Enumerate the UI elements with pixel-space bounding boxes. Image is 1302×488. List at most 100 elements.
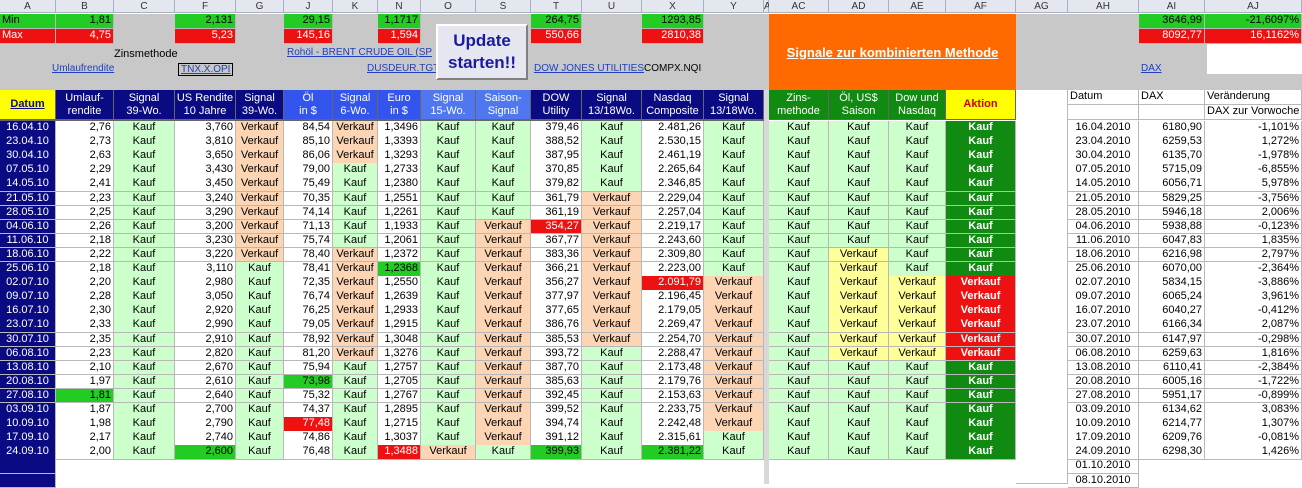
oil-link[interactable]: Rohöl - BRENT CRUDE OIL (SP: [287, 47, 432, 58]
cell-n: 1,2733: [378, 163, 421, 178]
cell-g: Kauf: [236, 403, 284, 418]
cell-ac: Kauf: [769, 121, 829, 136]
cell-n: 1,2915: [378, 318, 421, 333]
cell-u: Verkauf: [582, 206, 642, 221]
header-s: Saison- Signal: [476, 90, 531, 120]
column-letter-b[interactable]: B: [56, 0, 114, 13]
cell-ac: Kauf: [769, 248, 829, 263]
column-letter-c[interactable]: C: [114, 0, 175, 13]
cell-y: Verkauf: [704, 304, 764, 319]
column-letter-ai[interactable]: AI: [1139, 0, 1205, 13]
dax-link[interactable]: DAX: [1141, 63, 1162, 74]
cell-u: Verkauf: [582, 234, 642, 249]
cell-g: Verkauf: [236, 192, 284, 207]
column-letter-j[interactable]: J: [284, 0, 333, 13]
cell-ai: 5715,09: [1139, 163, 1205, 178]
cell-a: 23.04.10: [0, 135, 56, 150]
cell-aj: -1,978%: [1205, 149, 1302, 164]
column-letter-ae[interactable]: AE: [889, 0, 946, 13]
cell-aj: -1,101%: [1205, 121, 1302, 136]
cell-u: Verkauf: [582, 262, 642, 277]
cell-b: 2,25: [56, 206, 114, 221]
cell-ah: 16.04.2010: [1068, 121, 1139, 136]
cell-aj: 1,816%: [1205, 347, 1302, 362]
cell-j: 85,10: [284, 135, 333, 150]
cell-o: Kauf: [421, 121, 476, 136]
max-value-b: 4,75: [56, 29, 114, 44]
tnx-link[interactable]: TNX.X.OPI: [178, 63, 233, 76]
cell-aj: 1,272%: [1205, 135, 1302, 150]
cell-af: Verkauf: [946, 304, 1016, 319]
cell-f: 2,670: [175, 361, 236, 376]
cell-ah: 13.08.2010: [1068, 361, 1139, 376]
cell-g: Verkauf: [236, 206, 284, 221]
cell-c: Kauf: [114, 290, 175, 305]
cell-ai: 5951,17: [1139, 389, 1205, 404]
cell-o: Kauf: [421, 431, 476, 446]
column-letter-t[interactable]: T: [531, 0, 582, 13]
cell-y: Kauf: [704, 206, 764, 221]
cell-t: 391,12: [531, 431, 582, 446]
column-letter-ad[interactable]: AD: [829, 0, 889, 13]
cell-aj: 2,087%: [1205, 318, 1302, 333]
cell-u: Kauf: [582, 403, 642, 418]
cell-b: 1,98: [56, 417, 114, 432]
update-button[interactable]: Update starten!!: [436, 24, 528, 80]
column-letter-ac[interactable]: AC: [769, 0, 829, 13]
header-aj2: DAX zur Vorwoche: [1205, 105, 1302, 120]
cell-u: Kauf: [582, 163, 642, 178]
cell-n: 1,2767: [378, 389, 421, 404]
column-letter-n[interactable]: N: [378, 0, 421, 13]
cell-aj: -0,123%: [1205, 220, 1302, 235]
column-letter-g[interactable]: G: [236, 0, 284, 13]
umlauf-link[interactable]: Umlaufrendite: [52, 63, 114, 74]
cell-aj: 2,006%: [1205, 206, 1302, 221]
column-letter-y[interactable]: Y: [704, 0, 764, 13]
cell-a: 16.04.10: [0, 121, 56, 136]
column-letter-a[interactable]: A: [0, 0, 56, 13]
max-value-j: 145,16: [284, 29, 333, 44]
cell-k: Kauf: [333, 375, 378, 390]
cell-ad: Verkauf: [829, 262, 889, 277]
cell-c: Kauf: [114, 361, 175, 376]
cell-u: Kauf: [582, 149, 642, 164]
usdeur-link[interactable]: DUSDEUR.TGT: [367, 63, 439, 74]
cell-aj: 1,835%: [1205, 234, 1302, 249]
dow-utilities-link[interactable]: DOW JONES UTILITIES: [534, 63, 644, 74]
column-letter-u[interactable]: U: [582, 0, 642, 13]
column-letter-af[interactable]: AF: [946, 0, 1016, 13]
column-letter-ah[interactable]: AH: [1068, 0, 1139, 13]
cell-ad: Kauf: [829, 375, 889, 390]
cell-ae: Kauf: [889, 121, 946, 136]
header-ah: Datum: [1068, 90, 1139, 105]
column-letter-x[interactable]: X: [642, 0, 704, 13]
cell-f: 2,610: [175, 375, 236, 390]
cell-o: Kauf: [421, 149, 476, 164]
column-letter-f[interactable]: F: [175, 0, 236, 13]
column-letter-ag[interactable]: AG: [1016, 0, 1068, 13]
cell-s: Kauf: [476, 135, 531, 150]
column-letter-aj[interactable]: AJ: [1205, 0, 1302, 13]
cell-ad: Verkauf: [829, 347, 889, 362]
cell-c: Kauf: [114, 347, 175, 362]
cell-u: Verkauf: [582, 318, 642, 333]
cell-n: 1,3276: [378, 347, 421, 362]
cell-s: Kauf: [476, 163, 531, 178]
cell-n: 1,2372: [378, 248, 421, 263]
cell-u: Kauf: [582, 375, 642, 390]
cell-y: Verkauf: [704, 403, 764, 418]
cell-x: 2.461,19: [642, 149, 704, 164]
max-value-ai: 8092,77: [1139, 29, 1205, 44]
cell-ad: Kauf: [829, 445, 889, 460]
column-letter-o[interactable]: O: [421, 0, 476, 13]
cell-u: Verkauf: [582, 276, 642, 291]
cell-ah: 17.09.2010: [1068, 431, 1139, 446]
cell-ac: Kauf: [769, 318, 829, 333]
cell-ae: Verkauf: [889, 304, 946, 319]
cell-af: Verkauf: [946, 347, 1016, 362]
cell-f: 3,240: [175, 192, 236, 207]
column-letter-s[interactable]: S: [476, 0, 531, 13]
cell-y: Kauf: [704, 149, 764, 164]
column-letter-k[interactable]: K: [333, 0, 378, 13]
cell-a: 13.08.10: [0, 361, 56, 376]
